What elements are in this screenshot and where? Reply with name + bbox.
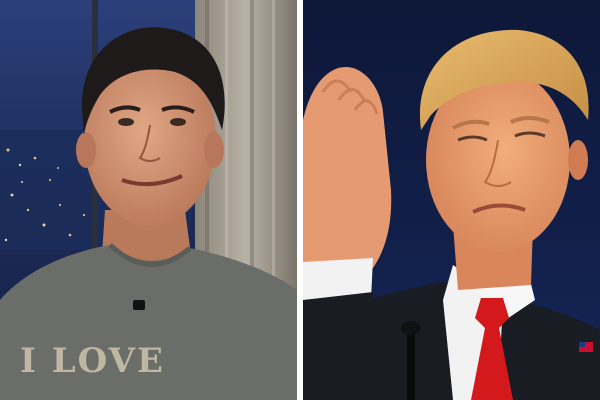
lapel-mic (133, 300, 145, 310)
right-photo (303, 0, 600, 400)
microphone (407, 330, 415, 400)
shirt-print-text: I LOVE (20, 341, 165, 381)
left-photo-panel: I LOVE (0, 0, 297, 400)
left-photo: I LOVE (0, 0, 297, 400)
right-photo-panel (303, 0, 600, 400)
raised-hand (303, 67, 392, 290)
sleeve (303, 292, 373, 400)
side-by-side-photo-composite: I LOVE (0, 0, 600, 400)
